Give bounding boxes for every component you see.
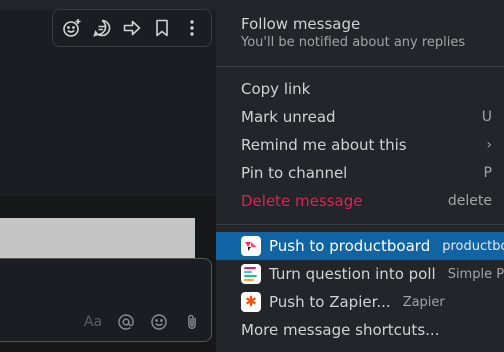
remind-me-label: Remind me about this (241, 136, 407, 154)
forward-icon (123, 20, 141, 36)
emoji-icon (151, 314, 167, 330)
simple-poll-app-name: Simple Poll (447, 266, 504, 282)
zapier-icon: ✱ (241, 292, 261, 312)
mark-unread-shortcut: U (481, 109, 492, 125)
message-composer[interactable]: Aa (0, 258, 212, 342)
formatting-toggle[interactable]: Aa (82, 311, 104, 333)
more-actions-icon (190, 20, 194, 36)
emoji-button[interactable] (148, 311, 170, 333)
chevron-right-icon: › (486, 137, 492, 153)
menu-divider (216, 224, 504, 225)
more-actions-button[interactable] (178, 14, 206, 42)
pin-to-channel-label: Pin to channel (241, 164, 348, 182)
delete-message-shortcut: delete (447, 193, 492, 209)
mention-button[interactable] (115, 311, 137, 333)
push-to-zapier-label: Push to Zapier... (269, 293, 391, 311)
productboard-app-name: productboa... (442, 238, 504, 254)
mark-unread-label: Mark unread (241, 108, 336, 126)
follow-message-title: Follow message (241, 15, 361, 33)
zapier-app-name: Zapier (402, 294, 445, 310)
delete-message-item[interactable]: Delete message delete (216, 187, 504, 215)
message-context-menu: Follow message You'll be notified about … (216, 0, 504, 352)
attach-icon (188, 314, 196, 329)
copy-link-label: Copy link (241, 80, 311, 98)
simple-poll-icon (241, 264, 261, 284)
copy-link-item[interactable]: Copy link (216, 75, 504, 103)
productboard-icon (241, 236, 261, 256)
more-message-shortcuts-label: More message shortcuts... (241, 321, 440, 339)
bookmark-icon (156, 19, 168, 37)
pin-to-channel-item[interactable]: Pin to channel P (216, 159, 504, 187)
push-to-zapier-item[interactable]: ✱ Push to Zapier... Zapier (216, 288, 504, 316)
push-to-productboard-item[interactable]: Push to productboard productboa... (216, 232, 504, 260)
pin-to-channel-shortcut: P (483, 165, 492, 181)
delete-message-label: Delete message (241, 192, 363, 210)
add-reaction-button[interactable] (58, 14, 86, 42)
message-actions-toolbar (52, 9, 212, 47)
attach-button[interactable] (181, 311, 203, 333)
turn-question-into-poll-item[interactable]: Turn question into poll Simple Poll (216, 260, 504, 288)
more-message-shortcuts-item[interactable]: More message shortcuts... (216, 316, 504, 344)
menu-divider (216, 66, 504, 67)
mark-unread-item[interactable]: Mark unread U (216, 103, 504, 131)
remind-me-item[interactable]: Remind me about this › (216, 131, 504, 159)
mention-icon (118, 314, 134, 330)
add-reaction-icon (63, 19, 81, 37)
turn-question-into-poll-label: Turn question into poll (269, 265, 436, 283)
save-for-later-button[interactable] (148, 14, 176, 42)
composer-toolbar: Aa (82, 311, 203, 333)
push-to-productboard-label: Push to productboard (269, 237, 431, 255)
follow-message-subtitle: You'll be notified about any replies (241, 35, 466, 50)
message-highlight-bar (0, 218, 195, 258)
follow-message-item[interactable]: Follow message You'll be notified about … (241, 14, 465, 52)
reply-in-thread-button[interactable] (88, 14, 116, 42)
forward-button[interactable] (118, 14, 146, 42)
reply-in-thread-icon (93, 19, 111, 37)
message-pane: Aa (0, 0, 216, 352)
